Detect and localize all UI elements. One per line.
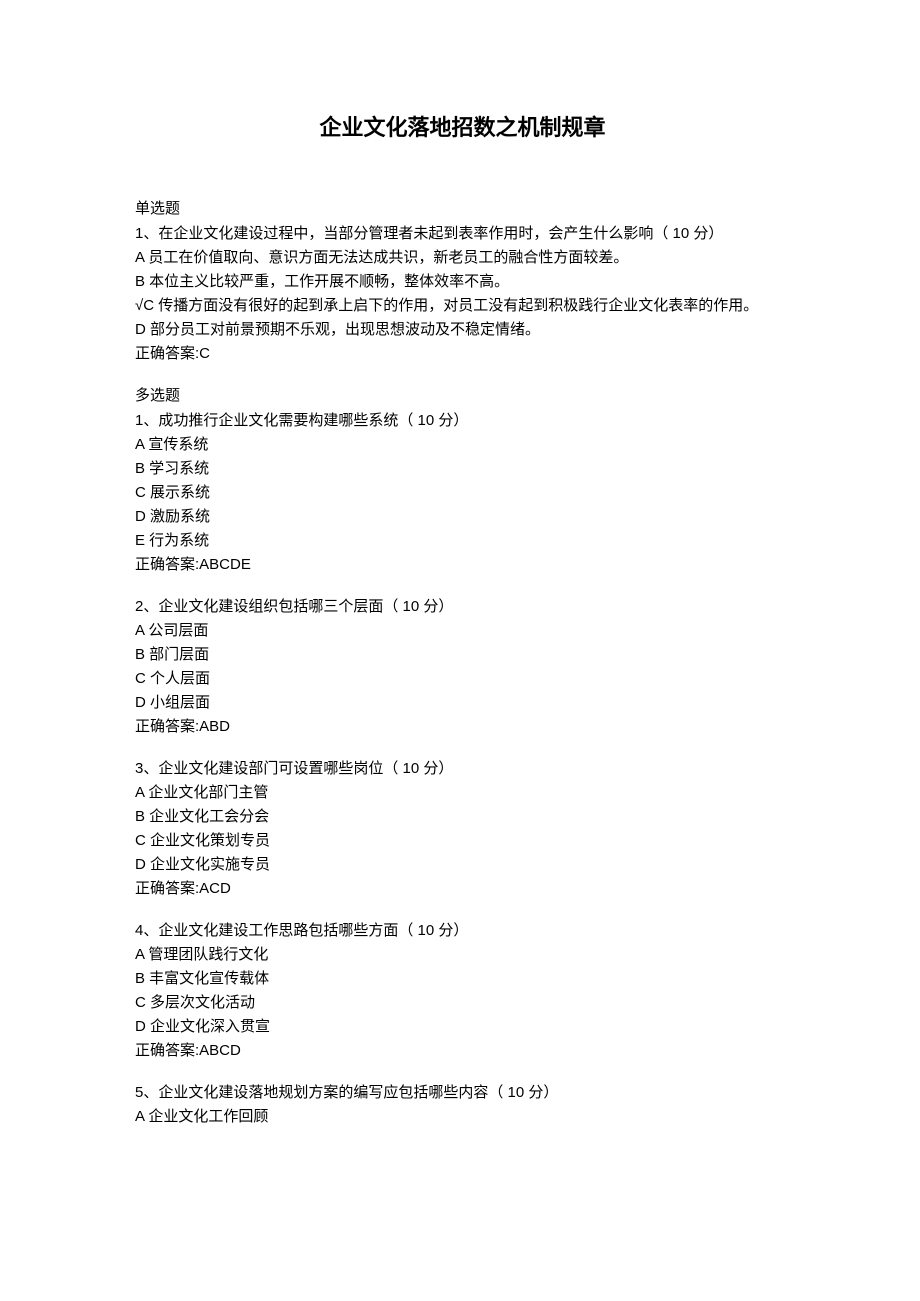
option-d: D 激励系统 — [135, 505, 790, 529]
single-question-1: 1、在企业文化建设过程中，当部分管理者未起到表率作用时，会产生什么影响（ 10 … — [135, 222, 790, 366]
multi-question-2: 2、企业文化建设组织包括哪三个层面（ 10 分） A 公司层面 B 部门层面 C… — [135, 595, 790, 739]
multi-question-4: 4、企业文化建设工作思路包括哪些方面（ 10 分） A 管理团队践行文化 B 丰… — [135, 919, 790, 1063]
section-heading-multi: 多选题 — [135, 384, 790, 405]
option-d: D 小组层面 — [135, 691, 790, 715]
option-b: B 企业文化工会分会 — [135, 805, 790, 829]
document-page: 企业文化落地招数之机制规章 单选题 1、在企业文化建设过程中，当部分管理者未起到… — [0, 0, 920, 1207]
option-a: A 公司层面 — [135, 619, 790, 643]
option-b: B 丰富文化宣传载体 — [135, 967, 790, 991]
question-stem: 5、企业文化建设落地规划方案的编写应包括哪些内容（ 10 分） — [135, 1081, 790, 1105]
option-d: D 企业文化实施专员 — [135, 853, 790, 877]
option-a: A 宣传系统 — [135, 433, 790, 457]
question-stem: 1、成功推行企业文化需要构建哪些系统（ 10 分） — [135, 409, 790, 433]
option-c: C 多层次文化活动 — [135, 991, 790, 1015]
option-a: A 企业文化部门主管 — [135, 781, 790, 805]
question-stem: 1、在企业文化建设过程中，当部分管理者未起到表率作用时，会产生什么影响（ 10 … — [135, 222, 790, 246]
question-stem: 4、企业文化建设工作思路包括哪些方面（ 10 分） — [135, 919, 790, 943]
option-c: C 展示系统 — [135, 481, 790, 505]
answer-line: 正确答案:ABCDE — [135, 553, 790, 577]
section-heading-single: 单选题 — [135, 197, 790, 218]
option-e: E 行为系统 — [135, 529, 790, 553]
option-d: D 企业文化深入贯宣 — [135, 1015, 790, 1039]
answer-line: 正确答案:ABCD — [135, 1039, 790, 1063]
answer-line: 正确答案:C — [135, 342, 790, 366]
option-a: A 企业文化工作回顾 — [135, 1105, 790, 1129]
question-stem: 2、企业文化建设组织包括哪三个层面（ 10 分） — [135, 595, 790, 619]
multi-question-1: 1、成功推行企业文化需要构建哪些系统（ 10 分） A 宣传系统 B 学习系统 … — [135, 409, 790, 577]
multi-question-5: 5、企业文化建设落地规划方案的编写应包括哪些内容（ 10 分） A 企业文化工作… — [135, 1081, 790, 1129]
multi-question-3: 3、企业文化建设部门可设置哪些岗位（ 10 分） A 企业文化部门主管 B 企业… — [135, 757, 790, 901]
answer-line: 正确答案:ACD — [135, 877, 790, 901]
option-b: B 部门层面 — [135, 643, 790, 667]
answer-line: 正确答案:ABD — [135, 715, 790, 739]
option-c: C 个人层面 — [135, 667, 790, 691]
document-title: 企业文化落地招数之机制规章 — [135, 110, 790, 142]
question-stem: 3、企业文化建设部门可设置哪些岗位（ 10 分） — [135, 757, 790, 781]
option-d: D 部分员工对前景预期不乐观，出现思想波动及不稳定情绪。 — [135, 318, 790, 342]
option-c: C 企业文化策划专员 — [135, 829, 790, 853]
option-b: B 本位主义比较严重，工作开展不顺畅，整体效率不高。 — [135, 270, 790, 294]
option-c: √C 传播方面没有很好的起到承上启下的作用，对员工没有起到积极践行企业文化表率的… — [135, 294, 790, 318]
option-b: B 学习系统 — [135, 457, 790, 481]
option-a: A 管理团队践行文化 — [135, 943, 790, 967]
option-a: A 员工在价值取向、意识方面无法达成共识，新老员工的融合性方面较差。 — [135, 246, 790, 270]
